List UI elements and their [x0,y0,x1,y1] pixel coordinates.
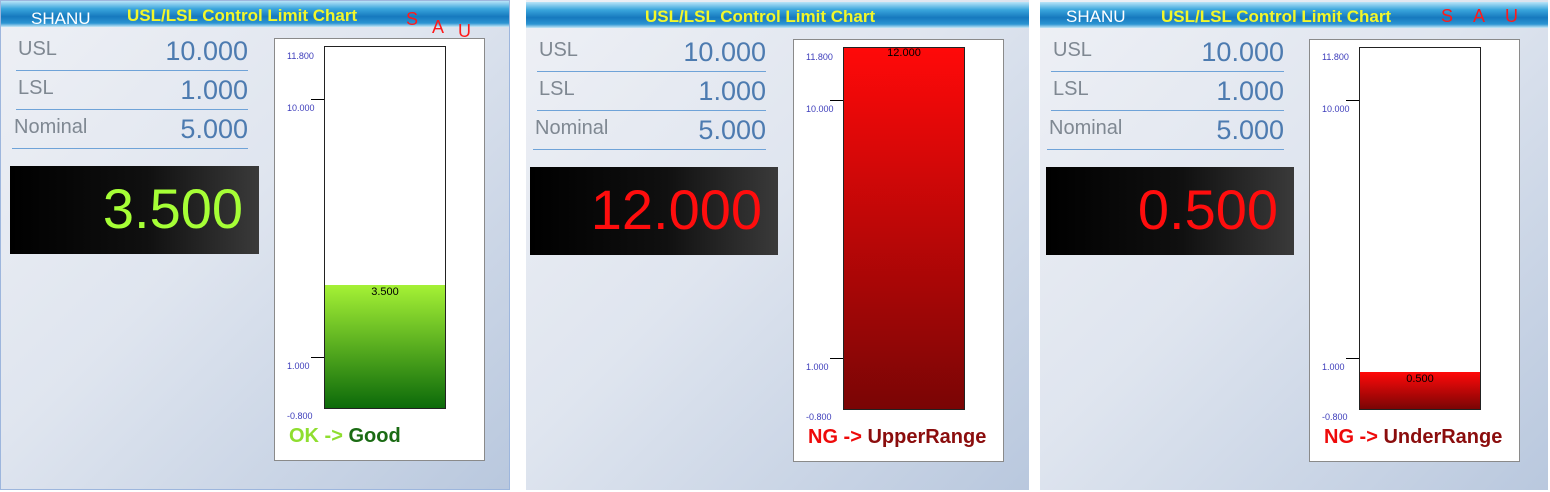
lsl-value: 1.000 [698,76,766,106]
lsl-row: LSL 1.000 [16,75,248,110]
tick-label: 1.000 [1322,362,1345,372]
nominal-value: 5.000 [1216,115,1284,145]
brand-label: SHANU [1066,7,1126,26]
control-panel-ok: SHANU USL/LSL Control Limit Chart S A U … [0,0,510,490]
sau-letter: A [432,17,445,37]
tick-label: 11.800 [287,51,314,61]
status-word: UpperRange [867,426,987,448]
status-word: UnderRange [1383,426,1503,448]
status-text: OK -> Good [289,425,401,448]
lsl-row: LSL 1.000 [1051,76,1284,111]
lsl-marker [1346,358,1359,359]
nominal-value: 5.000 [698,115,766,145]
title-bar: SHANU USL/LSL Control Limit Chart S A U [1040,2,1548,28]
status-prefix: OK -> [289,425,349,447]
tick-label: 10.000 [287,103,315,113]
bar-track: 0.500 [1359,47,1481,410]
usl-row: USL 10.000 [1051,37,1284,72]
control-panel-upper: USL/LSL Control Limit Chart USL 10.000 L… [526,0,1029,490]
sau-letter: A [1473,6,1486,26]
measured-value: 0.500 [1137,178,1278,241]
title-bar: SHANU USL/LSL Control Limit Chart S A U [1,1,509,41]
lsl-label: LSL [18,77,54,99]
tick-label: 11.800 [1322,52,1349,62]
usl-marker [311,99,324,100]
measured-readout: 0.500 [1046,167,1294,255]
usl-marker [830,100,843,101]
lsl-row: LSL 1.000 [537,76,766,111]
usl-value: 10.000 [683,37,766,67]
lsl-marker [830,358,843,359]
nominal-label: Nominal [535,117,609,139]
bar-data-label: 0.500 [1406,372,1434,385]
limit-chart: 11.800 10.000 1.000 -0.800 0.500 NG -> U… [1309,39,1520,462]
chart-title: USL/LSL Control Limit Chart [127,6,358,25]
nominal-label: Nominal [14,116,88,138]
status-text: NG -> UpperRange [808,426,986,449]
tick-label: -0.800 [806,412,832,422]
value-bar [325,284,445,408]
brand-label: SHANU [31,9,91,28]
usl-label: USL [539,39,578,61]
lsl-marker [311,357,324,358]
status-word: Good [348,425,401,447]
measured-value: 12.000 [590,178,762,241]
title-bar: USL/LSL Control Limit Chart [526,2,1029,28]
usl-row: USL 10.000 [537,37,766,72]
usl-marker [1346,100,1359,101]
nominal-row: Nominal 5.000 [1047,115,1284,150]
limit-chart: 11.800 10.000 1.000 -0.800 12.000 NG -> … [793,39,1004,462]
usl-value: 10.000 [1201,37,1284,67]
value-bar [844,48,964,409]
control-panel-under: SHANU USL/LSL Control Limit Chart S A U … [1040,0,1548,490]
bar-data-label: 12.000 [887,47,921,59]
lsl-label: LSL [1053,78,1089,100]
limit-chart: 11.800 10.000 1.000 -0.800 3.500 OK -> G… [274,38,485,461]
sau-letter: S [1441,6,1454,26]
bar-track: 3.500 [324,46,446,409]
nominal-row: Nominal 5.000 [12,114,248,149]
nominal-value: 5.000 [180,114,248,144]
bar-track: 12.000 [843,47,965,410]
sau-letter: U [1505,6,1518,26]
usl-row: USL 10.000 [16,36,248,71]
tick-label: 10.000 [806,104,834,114]
status-text: NG -> UnderRange [1324,426,1502,449]
usl-label: USL [18,38,57,60]
tick-label: 1.000 [287,361,310,371]
sau-letter: S [406,9,419,29]
tick-label: 11.800 [806,52,833,62]
chart-title: USL/LSL Control Limit Chart [1161,7,1392,26]
lsl-value: 1.000 [180,75,248,105]
status-prefix: NG -> [1324,426,1384,448]
nominal-label: Nominal [1049,117,1123,139]
chart-title: USL/LSL Control Limit Chart [645,7,876,26]
usl-value: 10.000 [165,36,248,66]
usl-label: USL [1053,39,1092,61]
bar-data-label: 3.500 [371,285,399,298]
tick-label: -0.800 [1322,412,1348,422]
tick-label: 10.000 [1322,104,1350,114]
lsl-value: 1.000 [1216,76,1284,106]
status-prefix: NG -> [808,426,868,448]
measured-readout: 3.500 [10,166,259,254]
nominal-row: Nominal 5.000 [533,115,766,150]
measured-readout: 12.000 [530,167,778,255]
measured-value: 3.500 [102,177,243,240]
tick-label: 1.000 [806,362,829,372]
lsl-label: LSL [539,78,575,100]
tick-label: -0.800 [287,411,313,421]
